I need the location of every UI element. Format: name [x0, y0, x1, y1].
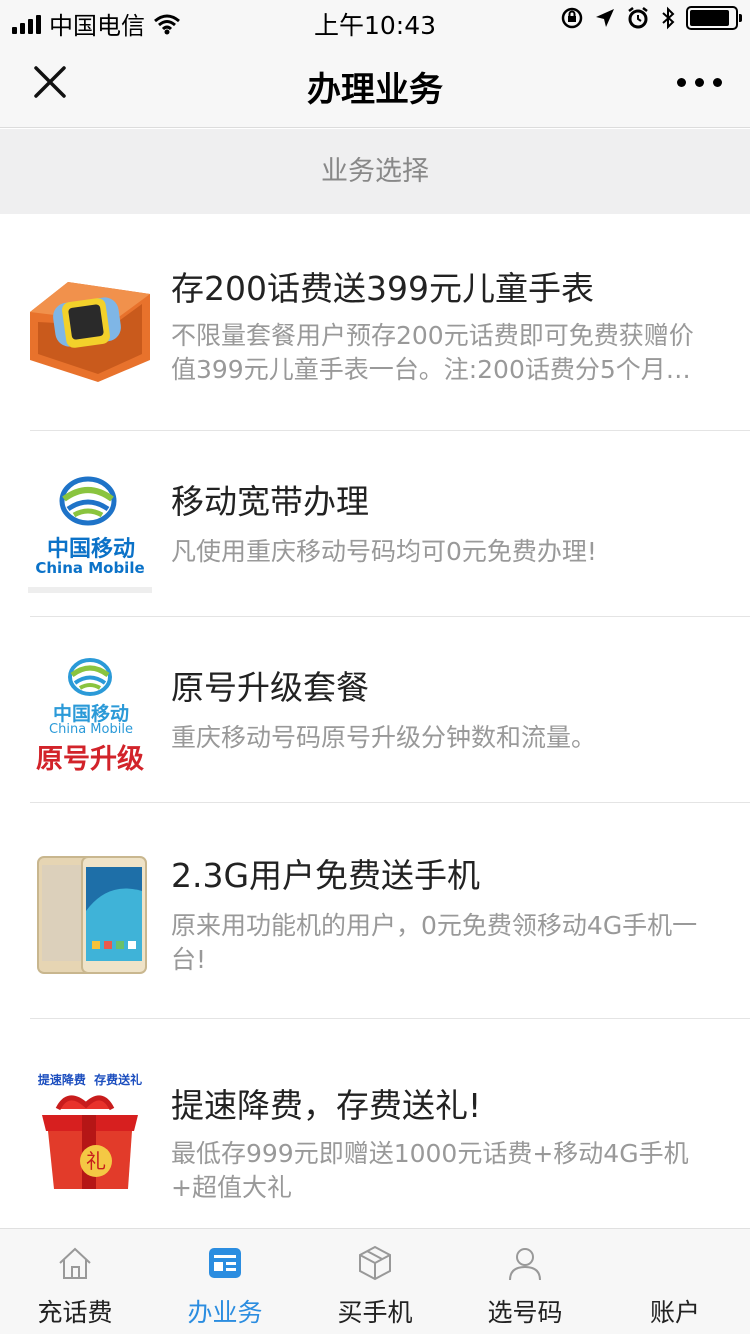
tab-label: 选号码: [487, 1298, 563, 1327]
tab-label: 买手机: [337, 1298, 413, 1327]
orientation-lock-icon: [561, 7, 583, 29]
user-icon: [509, 1248, 541, 1281]
service-card-icon: [209, 1248, 241, 1278]
item-desc: 最低存999元即赠送1000元话费+移动4G手机+超值大礼: [171, 1139, 689, 1202]
item-title: 2.3G用户免费送手机: [171, 856, 481, 895]
battery-icon: [686, 6, 742, 30]
list-item-kids-watch[interactable]: 存200话费送399元儿童手表 不限量套餐用户预存200元话费即可免费获赠价值3…: [0, 214, 750, 430]
item-desc: 不限量套餐用户预存200元话费即可免费获赠价值399元儿童手表一台。注:200话…: [171, 321, 694, 384]
logo-text-en: China Mobile: [35, 559, 145, 577]
tab-bar: 充话费 办业务 买手机 选号码 账户: [0, 1228, 750, 1334]
list-item-plan-upgrade[interactable]: 中国移动 China Mobile 原号升级 原号升级套餐 重庆移动号码原号升级…: [0, 617, 750, 802]
tab-label: 办业务: [187, 1298, 263, 1327]
alarm-icon: [628, 7, 648, 29]
page-title: 办理业务: [307, 70, 443, 110]
china-mobile-logo: 中国移动 China Mobile: [28, 469, 152, 593]
tab-account[interactable]: 账户: [600, 1229, 750, 1334]
logo-text-en: China Mobile: [49, 722, 133, 737]
status-right: [560, 6, 742, 30]
nav-bar: 办理业务: [0, 40, 750, 128]
home-icon: [59, 1247, 91, 1279]
list-item-free-phone[interactable]: 2.3G用户免费送手机 原来用功能机的用户，0元免费领移动4G手机一台!: [0, 803, 750, 1018]
status-bar: 中国电信 上午10:43: [0, 0, 750, 40]
more-icon[interactable]: [677, 78, 722, 87]
item-desc: 原来用功能机的用户，0元免费领移动4G手机一台!: [171, 911, 698, 974]
bluetooth-icon: [662, 6, 675, 30]
item-desc: 凡使用重庆移动号码均可0元免费办理!: [171, 537, 597, 566]
tab-recharge[interactable]: 充话费: [0, 1229, 150, 1334]
item-title: 原号升级套餐: [171, 668, 369, 707]
list-item-broadband[interactable]: 中国移动 China Mobile 移动宽带办理 凡使用重庆移动号码均可0元免费…: [0, 431, 750, 616]
tab-pick-number[interactable]: 选号码: [450, 1229, 600, 1334]
tab-label: 充话费: [37, 1298, 113, 1327]
upgrade-logo: 中国移动 China Mobile 原号升级: [28, 655, 152, 779]
item-title: 移动宽带办理: [171, 482, 369, 521]
item-desc: 重庆移动号码原号升级分钟数和流量。: [171, 723, 597, 752]
gift-box-image: 提速降费 存费送礼 礼: [28, 1071, 152, 1195]
box-icon: [359, 1245, 391, 1281]
tab-services[interactable]: 办业务: [150, 1229, 300, 1334]
svg-text:礼: 礼: [86, 1149, 106, 1173]
location-arrow-icon: [596, 9, 614, 27]
smartphone-image: [28, 851, 152, 975]
item-title: 提速降费，存费送礼!: [171, 1086, 482, 1125]
item-title: 存200话费送399元儿童手表: [171, 269, 594, 308]
kids-watch-image: [28, 264, 152, 388]
section-header: 业务选择: [0, 129, 750, 214]
logo-tag: 原号升级: [36, 744, 144, 775]
list-item-gift-promo[interactable]: 提速降费 存费送礼 礼 提速降费，存费送礼! 最低存999元即赠送1000元话费…: [0, 1019, 750, 1228]
tab-buy-phone[interactable]: 买手机: [300, 1229, 450, 1334]
tab-label: 账户: [649, 1298, 700, 1327]
